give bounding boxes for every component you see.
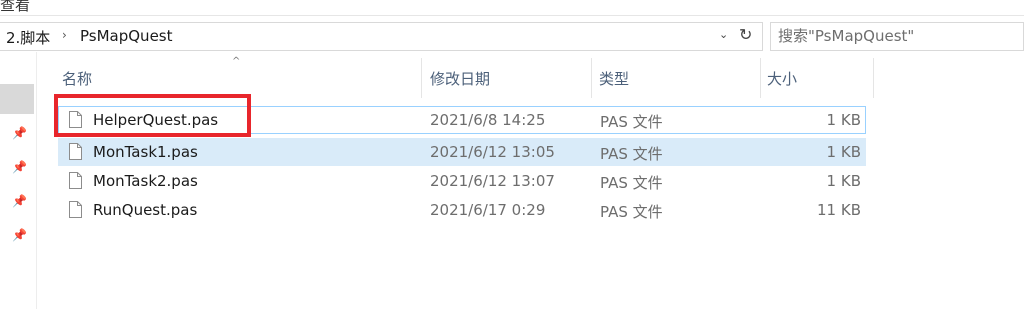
breadcrumb-chevron-icon[interactable]: ›: [62, 28, 67, 42]
file-row[interactable]: RunQuest.pas 2021/6/17 0:29 PAS 文件 11 KB: [58, 196, 866, 224]
file-modified-date: 2021/6/12 13:05: [430, 143, 555, 161]
file-size: 1 KB: [826, 172, 861, 190]
file-name: RunQuest.pas: [93, 201, 198, 219]
nav-selected-item[interactable]: [0, 84, 34, 114]
column-header-type[interactable]: 类型: [599, 68, 629, 89]
document-icon: [69, 143, 82, 160]
navigation-pane[interactable]: 📌 📌 📌 📌: [0, 52, 36, 309]
file-size: 1 KB: [826, 143, 861, 161]
file-modified-date: 2021/6/17 0:29: [430, 201, 546, 219]
ribbon-divider: [0, 15, 1024, 16]
document-icon: [69, 201, 82, 218]
pin-icon[interactable]: 📌: [12, 194, 27, 208]
column-header-size[interactable]: 大小: [767, 68, 797, 89]
search-input[interactable]: [778, 26, 1018, 46]
file-type: PAS 文件: [600, 174, 663, 192]
pin-icon[interactable]: 📌: [12, 126, 27, 140]
file-modified-date: 2021/6/12 13:07: [430, 172, 555, 190]
file-row[interactable]: MonTask2.pas 2021/6/12 13:07 PAS 文件 1 KB: [58, 167, 866, 195]
column-divider[interactable]: [873, 58, 874, 98]
column-divider[interactable]: [591, 58, 592, 98]
sort-ascending-icon: ^: [232, 56, 241, 67]
document-icon: [69, 172, 82, 189]
address-dropdown-icon[interactable]: ⌄: [719, 28, 728, 41]
highlight-annotation-box: [54, 94, 251, 137]
pane-divider[interactable]: [36, 52, 37, 309]
refresh-icon[interactable]: ↻: [739, 25, 752, 44]
column-header-date[interactable]: 修改日期: [430, 68, 490, 89]
column-header-name[interactable]: 名称: [62, 68, 92, 89]
file-modified-date: 2021/6/8 14:25: [430, 111, 546, 129]
search-box[interactable]: [770, 22, 1024, 51]
file-type: PAS 文件: [600, 145, 663, 163]
pin-icon[interactable]: 📌: [12, 228, 27, 242]
breadcrumb-scripts[interactable]: 2.脚本: [6, 27, 50, 48]
file-size: 11 KB: [817, 201, 861, 219]
file-name: MonTask1.pas: [93, 143, 198, 161]
file-size: 1 KB: [826, 111, 861, 129]
column-divider[interactable]: [421, 58, 422, 98]
file-type: PAS 文件: [600, 113, 663, 131]
column-divider[interactable]: [760, 58, 761, 98]
pin-icon[interactable]: 📌: [12, 160, 27, 174]
breadcrumb-psmapquest[interactable]: PsMapQuest: [80, 27, 173, 45]
address-bar[interactable]: 2.脚本 › PsMapQuest ⌄ ↻: [0, 22, 763, 51]
file-name: MonTask2.pas: [93, 172, 198, 190]
file-type: PAS 文件: [600, 203, 663, 221]
file-row[interactable]: MonTask1.pas 2021/6/12 13:05 PAS 文件 1 KB: [58, 138, 866, 166]
ribbon-tab-view[interactable]: 查看: [0, 0, 30, 15]
